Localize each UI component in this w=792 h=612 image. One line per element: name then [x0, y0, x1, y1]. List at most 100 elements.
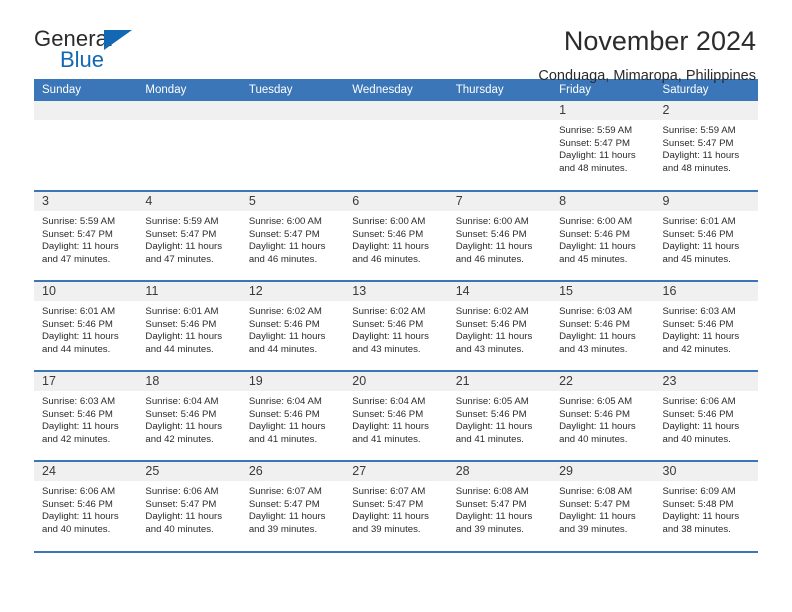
day-sunset-text: Sunset: 5:46 PM: [662, 408, 734, 420]
calendar-day-cell[interactable]: 24 Sunrise: 6:06 AM Sunset: 5:46 PM Dayligh…: [34, 460, 138, 551]
day-daylight-text: and 45 minutes.: [559, 253, 628, 265]
calendar-day-cell[interactable]: 29 Sunrise: 6:08 AM Sunset: 5:47 PM Dayligh…: [551, 460, 655, 551]
brand-logo[interactable]: General Blue: [34, 26, 154, 74]
day-daylight-text: Daylight: 11 hours: [662, 150, 740, 162]
day-daylight-text: Daylight: 11 hours: [352, 421, 429, 433]
day-sun-info: Sunrise: 6:01 AM Sunset: 5:46 PM Daylight:…: [34, 301, 137, 356]
day-daylight-text: and 43 minutes.: [455, 343, 524, 355]
calendar-day-cell[interactable]: 3 Sunrise: 5:59 AM Sunset: 5:47 PM Daylight…: [34, 190, 138, 281]
calendar-day-cell[interactable]: 14 Sunrise: 6:02 AM Sunset: 5:46 PM Dayligh…: [447, 280, 552, 371]
calendar-day-cell[interactable]: 30 Sunrise: 6:09 AM Sunset: 5:48 PM Dayligh…: [654, 460, 758, 551]
calendar-day-cell[interactable]: 6 Sunrise: 6:00 AM Sunset: 5:46 PM Daylight…: [344, 190, 448, 281]
day-number: 13: [344, 282, 448, 301]
day-number: 6: [344, 192, 448, 211]
day-sun-info: Sunrise: 5:59 AM Sunset: 5:47 PM Daylight:…: [655, 120, 758, 175]
day-number: [447, 101, 552, 120]
day-sunset-text: Sunset: 5:46 PM: [455, 228, 527, 240]
day-daylight-text: and 44 minutes.: [248, 343, 318, 355]
day-sun-info: Sunrise: 6:02 AM Sunset: 5:46 PM Daylight:…: [448, 301, 551, 356]
day-sun-info: Sunrise: 6:08 AM Sunset: 5:47 PM Daylight:…: [551, 481, 654, 536]
day-daylight-text: Daylight: 11 hours: [559, 241, 636, 253]
day-number: [344, 101, 448, 120]
weekday-header-monday: Monday: [137, 79, 241, 101]
calendar-day-cell[interactable]: 7 Sunrise: 6:00 AM Sunset: 5:46 PM Daylight…: [447, 190, 552, 281]
day-number: 19: [240, 372, 345, 391]
day-sunrise-text: Sunrise: 6:09 AM: [662, 486, 736, 497]
calendar-day-cell[interactable]: 16 Sunrise: 6:03 AM Sunset: 5:46 PM Dayligh…: [654, 280, 758, 371]
day-daylight-text: Daylight: 11 hours: [559, 150, 636, 162]
calendar-day-cell[interactable]: 13 Sunrise: 6:02 AM Sunset: 5:46 PM Dayligh…: [344, 280, 448, 371]
day-daylight-text: and 42 minutes.: [42, 433, 111, 445]
day-number: [137, 101, 241, 120]
day-daylight-text: Daylight: 11 hours: [559, 421, 636, 433]
calendar-day-cell[interactable]: 5 Sunrise: 6:00 AM Sunset: 5:47 PM Daylight…: [240, 190, 345, 281]
calendar-cell-empty: [447, 101, 552, 191]
day-sunset-text: Sunset: 5:46 PM: [352, 408, 424, 420]
day-sunset-text: Sunset: 5:46 PM: [662, 318, 734, 330]
weekday-header-wednesday: Wednesday: [344, 79, 448, 101]
day-number: 7: [447, 192, 552, 211]
day-sunrise-text: Sunrise: 6:07 AM: [248, 486, 322, 497]
day-sunrise-text: Sunrise: 6:04 AM: [248, 396, 322, 407]
day-sun-info: Sunrise: 5:59 AM Sunset: 5:47 PM Daylight:…: [137, 211, 240, 266]
day-number: 24: [34, 462, 138, 481]
day-sunrise-text: Sunrise: 6:05 AM: [559, 396, 633, 407]
calendar-day-cell[interactable]: 28 Sunrise: 6:08 AM Sunset: 5:47 PM Dayligh…: [447, 460, 552, 551]
day-sunrise-text: Sunrise: 6:05 AM: [455, 396, 529, 407]
day-number: 23: [654, 372, 758, 391]
calendar-day-cell[interactable]: 10 Sunrise: 6:01 AM Sunset: 5:46 PM Dayligh…: [34, 280, 138, 371]
calendar-day-cell[interactable]: 22 Sunrise: 6:05 AM Sunset: 5:46 PM Dayligh…: [551, 370, 655, 461]
calendar-day-cell[interactable]: 12 Sunrise: 6:02 AM Sunset: 5:46 PM Dayligh…: [240, 280, 345, 371]
day-daylight-text: and 38 minutes.: [662, 523, 731, 535]
day-sun-info: Sunrise: 6:00 AM Sunset: 5:46 PM Daylight:…: [551, 211, 654, 266]
day-daylight-text: and 46 minutes.: [248, 253, 318, 265]
calendar-day-cell[interactable]: 26 Sunrise: 6:07 AM Sunset: 5:47 PM Dayligh…: [240, 460, 345, 551]
page-header: General Blue November 2024 Conduaga, Mim…: [34, 0, 758, 84]
calendar-day-cell[interactable]: 18 Sunrise: 6:04 AM Sunset: 5:46 PM Dayligh…: [137, 370, 241, 461]
calendar-day-cell[interactable]: 11 Sunrise: 6:01 AM Sunset: 5:46 PM Dayligh…: [137, 280, 241, 371]
calendar-day-cell[interactable]: 17 Sunrise: 6:03 AM Sunset: 5:46 PM Dayligh…: [34, 370, 138, 461]
day-daylight-text: Daylight: 11 hours: [455, 331, 533, 343]
day-number: 4: [137, 192, 241, 211]
calendar-day-cell[interactable]: 20 Sunrise: 6:04 AM Sunset: 5:46 PM Dayligh…: [344, 370, 448, 461]
day-sunset-text: Sunset: 5:47 PM: [145, 228, 217, 240]
calendar-day-cell[interactable]: 19 Sunrise: 6:04 AM Sunset: 5:46 PM Dayligh…: [240, 370, 345, 461]
day-sunset-text: Sunset: 5:46 PM: [559, 408, 631, 420]
day-number: 17: [34, 372, 138, 391]
calendar-table: Sunday Monday Tuesday Wednesday Thursday…: [34, 79, 758, 551]
calendar-day-cell[interactable]: 4 Sunrise: 5:59 AM Sunset: 5:47 PM Daylight…: [137, 190, 241, 281]
calendar-day-cell[interactable]: 2 Sunrise: 5:59 AM Sunset: 5:47 PM Daylight…: [654, 101, 758, 191]
calendar-day-cell[interactable]: 23 Sunrise: 6:06 AM Sunset: 5:46 PM Dayligh…: [654, 370, 758, 461]
day-sunrise-text: Sunrise: 5:59 AM: [145, 216, 219, 227]
day-daylight-text: and 48 minutes.: [559, 162, 628, 174]
day-sunset-text: Sunset: 5:46 PM: [352, 228, 424, 240]
day-sunrise-text: Sunrise: 5:59 AM: [559, 125, 633, 136]
calendar-day-cell[interactable]: 21 Sunrise: 6:05 AM Sunset: 5:46 PM Dayligh…: [447, 370, 552, 461]
calendar-day-cell[interactable]: 25 Sunrise: 6:06 AM Sunset: 5:47 PM Dayligh…: [137, 460, 241, 551]
day-number: 3: [34, 192, 138, 211]
calendar-cell-empty: [344, 101, 448, 191]
day-daylight-text: Daylight: 11 hours: [248, 421, 326, 433]
calendar-day-cell[interactable]: 9 Sunrise: 6:01 AM Sunset: 5:46 PM Daylight…: [654, 190, 758, 281]
day-sunrise-text: Sunrise: 5:59 AM: [42, 216, 116, 227]
day-sun-info: Sunrise: 6:05 AM Sunset: 5:46 PM Daylight:…: [551, 391, 654, 446]
day-sun-info: Sunrise: 6:06 AM Sunset: 5:47 PM Daylight:…: [137, 481, 240, 536]
calendar-cell-empty: [240, 101, 345, 191]
day-sun-info: Sunrise: 6:00 AM Sunset: 5:46 PM Daylight:…: [344, 211, 447, 266]
day-sun-info: Sunrise: 6:03 AM Sunset: 5:46 PM Daylight:…: [551, 301, 654, 356]
calendar-day-cell[interactable]: 1 Sunrise: 5:59 AM Sunset: 5:47 PM Daylight…: [551, 101, 655, 191]
day-sunrise-text: Sunrise: 6:04 AM: [352, 396, 426, 407]
weekday-header-thursday: Thursday: [447, 79, 552, 101]
calendar-day-cell[interactable]: 27 Sunrise: 6:07 AM Sunset: 5:47 PM Dayligh…: [344, 460, 448, 551]
day-sunset-text: Sunset: 5:46 PM: [42, 408, 113, 420]
day-daylight-text: and 40 minutes.: [662, 433, 731, 445]
day-sunrise-text: Sunrise: 6:00 AM: [248, 216, 322, 227]
day-sun-info: Sunrise: 5:59 AM Sunset: 5:47 PM Daylight:…: [551, 120, 654, 175]
day-daylight-text: Daylight: 11 hours: [662, 421, 740, 433]
day-daylight-text: Daylight: 11 hours: [248, 511, 326, 523]
day-daylight-text: and 39 minutes.: [559, 523, 628, 535]
calendar-day-cell[interactable]: 8 Sunrise: 6:00 AM Sunset: 5:46 PM Daylight…: [551, 190, 655, 281]
calendar-page: General Blue November 2024 Conduaga, Mim…: [0, 0, 792, 612]
day-sun-info: Sunrise: 6:04 AM Sunset: 5:46 PM Daylight:…: [344, 391, 447, 446]
calendar-day-cell[interactable]: 15 Sunrise: 6:03 AM Sunset: 5:46 PM Dayligh…: [551, 280, 655, 371]
